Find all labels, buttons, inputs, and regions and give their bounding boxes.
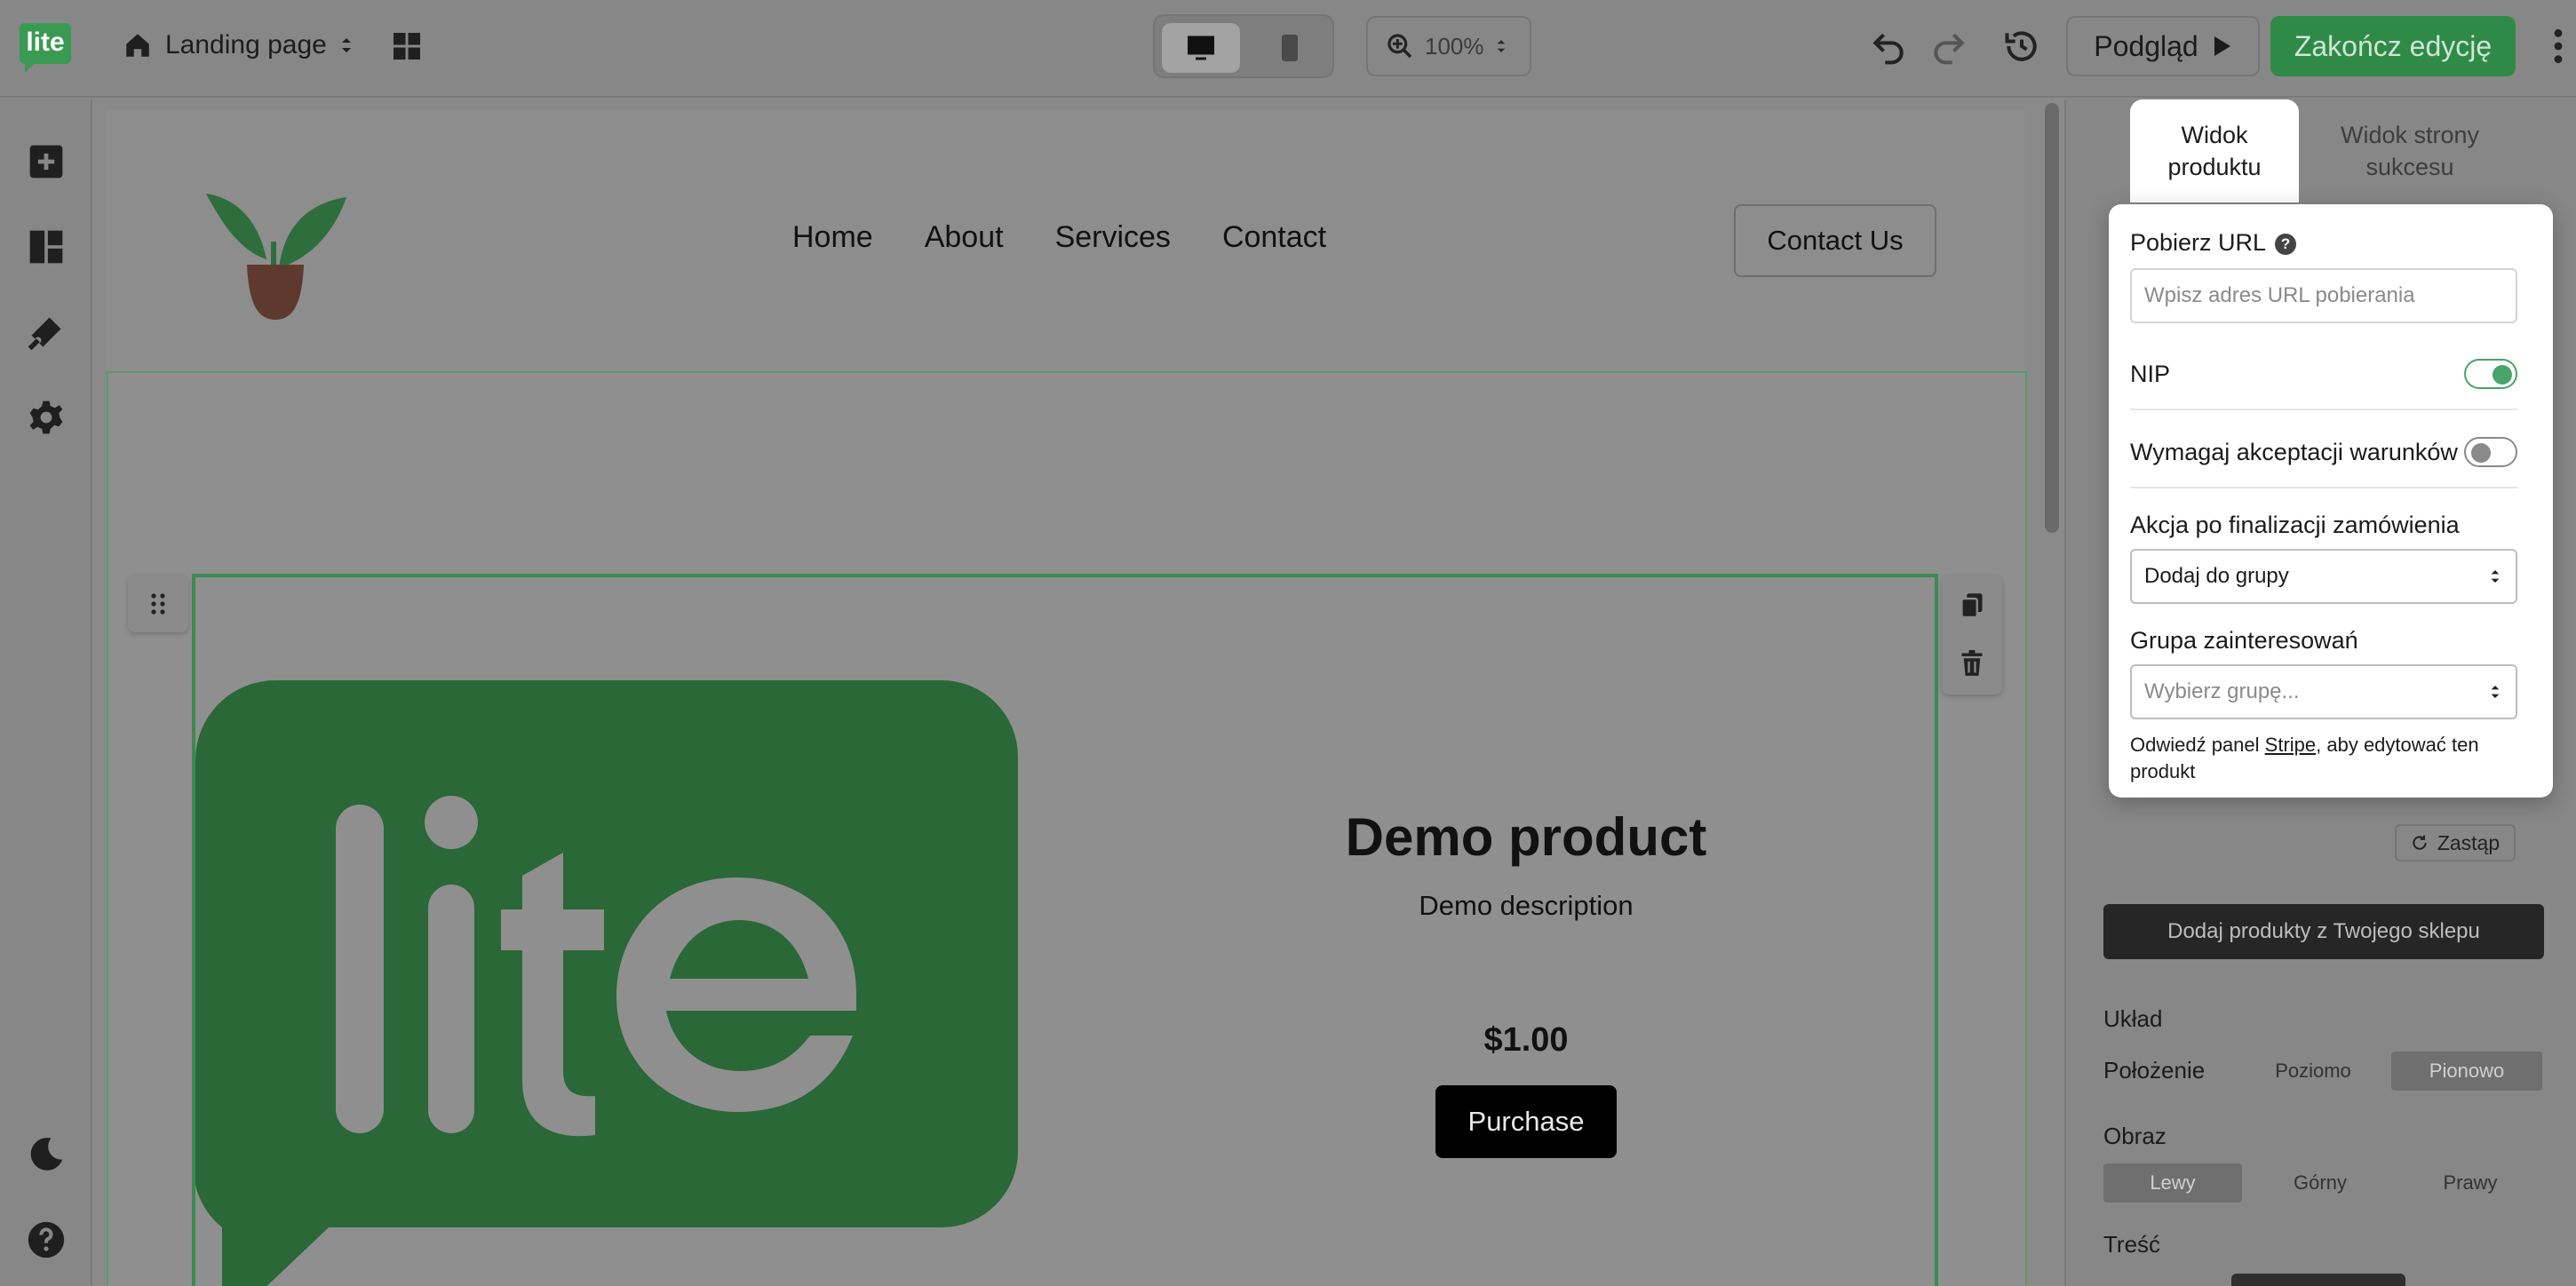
product-description[interactable]: Demo description bbox=[1260, 890, 1793, 922]
product-price[interactable]: $1.00 bbox=[1260, 1021, 1793, 1060]
design-icon[interactable] bbox=[27, 313, 66, 352]
drag-handle[interactable] bbox=[128, 576, 188, 632]
image-heading: Obraz bbox=[2103, 1123, 2167, 1149]
more-options-icon[interactable] bbox=[2548, 27, 2569, 66]
mobile-icon bbox=[1282, 35, 1298, 61]
after-order-label: Akcja po finalizacji zamówienia bbox=[2130, 512, 2460, 538]
interest-group-placeholder: Wybierz grupę... bbox=[2144, 679, 2300, 703]
page-name: Landing page bbox=[165, 30, 327, 60]
toggle-knob bbox=[2471, 443, 2491, 463]
download-url-label-text: Pobierz URL bbox=[2130, 229, 2267, 256]
plant-logo-icon bbox=[206, 194, 346, 320]
refresh-icon bbox=[2413, 835, 2427, 850]
content-heading: Treść bbox=[2103, 1231, 2161, 1258]
note-text: Odwiedź panel bbox=[2130, 734, 2265, 756]
redo-icon[interactable] bbox=[1929, 27, 1968, 66]
position-label: Położenie bbox=[2103, 1057, 2206, 1084]
image-top[interactable]: Górny bbox=[2251, 1163, 2389, 1203]
download-url-label: Pobierz URL? bbox=[2130, 229, 2297, 257]
sort-icon bbox=[341, 38, 351, 52]
add-products-button[interactable]: Dodaj produkty z Twojego sklepu bbox=[2103, 904, 2544, 959]
page-selector[interactable]: Landing page bbox=[123, 25, 354, 66]
nav-services[interactable]: Services bbox=[1055, 220, 1171, 255]
app-logo[interactable]: lite bbox=[20, 23, 71, 73]
stripe-note: Odwiedź panel Stripe, aby edytować ten p… bbox=[2130, 732, 2521, 785]
settings-gear-icon[interactable] bbox=[27, 398, 66, 437]
replace-button[interactable]: Zastąp bbox=[2395, 824, 2516, 861]
position-horizontal[interactable]: Poziomo bbox=[2244, 1052, 2382, 1091]
layout-heading: Układ bbox=[2103, 1005, 2163, 1032]
interest-group-select[interactable]: Wybierz grupę... bbox=[2130, 664, 2517, 719]
tab-success-page-view[interactable]: Widok strony sukcesu bbox=[2317, 99, 2503, 202]
duplicate-icon[interactable] bbox=[1960, 591, 1984, 618]
nip-toggle[interactable] bbox=[2464, 359, 2517, 389]
terms-label: Wymagaj akceptacji warunków bbox=[2130, 439, 2458, 465]
dark-mode-moon-icon[interactable] bbox=[27, 1135, 66, 1174]
zoom-selector[interactable]: 100% bbox=[1366, 16, 1531, 76]
position-vertical[interactable]: Pionowo bbox=[2391, 1052, 2542, 1091]
site-nav: Home About Services Contact bbox=[792, 220, 1326, 255]
mobile-view-button[interactable] bbox=[1251, 23, 1329, 73]
download-url-input[interactable]: Wpisz adres URL pobierania bbox=[2130, 268, 2517, 323]
sort-icon bbox=[2491, 570, 2500, 583]
terms-toggle[interactable] bbox=[2464, 437, 2517, 467]
interest-group-label: Grupa zainteresowań bbox=[2130, 627, 2358, 654]
zoom-value: 100% bbox=[1425, 32, 1484, 60]
help-icon[interactable] bbox=[27, 1220, 66, 1259]
nip-label: NIP bbox=[2130, 361, 2171, 387]
history-icon[interactable] bbox=[2002, 27, 2041, 66]
sort-icon bbox=[2491, 686, 2500, 698]
image-left[interactable]: Lewy bbox=[2103, 1163, 2242, 1203]
finish-editing-button[interactable]: Zakończ edycję bbox=[2270, 16, 2516, 76]
play-icon bbox=[2214, 36, 2230, 56]
nav-about[interactable]: About bbox=[925, 220, 1004, 255]
product-block[interactable] bbox=[192, 574, 1938, 1286]
home-icon bbox=[126, 34, 149, 57]
block-toolbar bbox=[1942, 576, 2002, 695]
stripe-link[interactable]: Stripe bbox=[2265, 734, 2316, 756]
after-order-value: Dodaj do grupy bbox=[2144, 564, 2289, 588]
undo-icon[interactable] bbox=[1869, 27, 1908, 66]
layout-grid-icon[interactable] bbox=[391, 30, 423, 62]
lite-logo-image bbox=[195, 680, 1018, 1286]
desktop-view-button[interactable] bbox=[1162, 23, 1240, 73]
add-block-icon[interactable] bbox=[27, 142, 66, 181]
nav-contact[interactable]: Contact bbox=[1222, 220, 1326, 255]
product-title[interactable]: Demo product bbox=[1260, 806, 1793, 868]
after-order-select[interactable]: Dodaj do grupy bbox=[2130, 549, 2517, 604]
product-settings-popup: Pobierz URL? Wpisz adres URL pobierania … bbox=[2109, 204, 2553, 798]
left-sidebar bbox=[0, 99, 92, 1286]
purchase-button[interactable]: Purchase bbox=[1435, 1085, 1617, 1158]
nav-home[interactable]: Home bbox=[792, 220, 873, 255]
zoom-in-icon bbox=[1387, 34, 1412, 59]
sort-icon bbox=[1497, 40, 1505, 52]
tab-product-view[interactable]: Widok produktu bbox=[2130, 99, 2299, 202]
canvas-scrollbar[interactable] bbox=[2045, 103, 2059, 533]
drag-dots-icon bbox=[151, 593, 165, 615]
divider bbox=[2130, 487, 2517, 488]
trash-icon[interactable] bbox=[1960, 650, 1984, 677]
contact-us-button[interactable]: Contact Us bbox=[1734, 204, 1936, 277]
divider bbox=[2130, 409, 2517, 410]
preview-button[interactable]: Podgląd bbox=[2066, 16, 2260, 76]
sections-icon[interactable] bbox=[27, 227, 66, 266]
toggle-knob bbox=[2493, 365, 2512, 385]
preview-label: Podgląd bbox=[2094, 29, 2198, 62]
replace-label: Zastąp bbox=[2437, 830, 2500, 854]
device-switcher bbox=[1153, 14, 1334, 78]
question-mark-icon[interactable]: ? bbox=[2275, 234, 2297, 255]
top-toolbar: lite Landing page 100% Podgląd Zakończ e… bbox=[0, 0, 2576, 98]
content-option-active[interactable] bbox=[2231, 1274, 2405, 1286]
image-right[interactable]: Prawy bbox=[2398, 1163, 2542, 1203]
desktop-icon bbox=[1188, 36, 1214, 60]
